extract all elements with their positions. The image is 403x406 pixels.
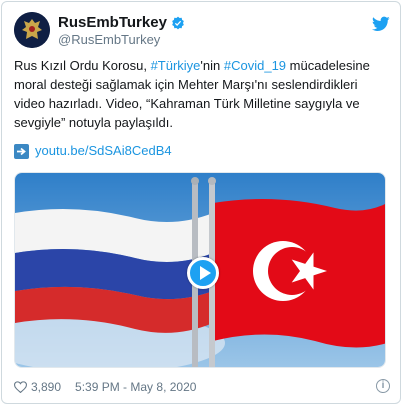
like-count: 3,890	[31, 380, 62, 394]
video-thumbnail[interactable]	[14, 172, 386, 368]
right-arrow-emoji-icon	[14, 143, 29, 159]
tweet-header: RusEmbTurkey @RusEmbTurkey	[14, 12, 390, 54]
hashtag-covid19[interactable]: #Covid_19	[224, 58, 286, 73]
youtube-link[interactable]: youtu.be/SdSAi8CedB4	[35, 142, 172, 160]
user-handle[interactable]: @RusEmbTurkey	[58, 32, 185, 48]
verified-badge-icon	[172, 16, 184, 30]
link-line: youtu.be/SdSAi8CedB4	[14, 142, 172, 160]
info-icon[interactable]: i	[376, 379, 390, 393]
display-name-row[interactable]: RusEmbTurkey	[58, 14, 185, 32]
hashtag-turkiye[interactable]: #Türkiye	[151, 58, 201, 73]
avatar[interactable]	[14, 12, 50, 48]
like-button[interactable]: 3,890	[14, 380, 61, 394]
tweet-card: RusEmbTurkey @RusEmbTurkey Rus Kızıl Ord…	[1, 1, 401, 404]
tweet-text: Rus Kızıl Ordu Korosu, #Türkiye'nin #Cov…	[14, 56, 390, 132]
user-names: RusEmbTurkey @RusEmbTurkey	[58, 14, 185, 48]
play-icon[interactable]	[187, 257, 219, 289]
twitter-bird-icon[interactable]	[372, 16, 390, 32]
tweet-text-part: Rus Kızıl Ordu Korosu,	[14, 58, 151, 73]
coat-of-arms-icon	[14, 12, 50, 48]
tweet-timestamp[interactable]: 5:39 PM - May 8, 2020	[75, 380, 196, 394]
heart-icon	[14, 381, 27, 393]
tweet-text-part: 'nin	[200, 58, 224, 73]
tweet-footer: 3,890 5:39 PM - May 8, 2020 i	[14, 378, 390, 396]
display-name[interactable]: RusEmbTurkey	[58, 14, 167, 32]
